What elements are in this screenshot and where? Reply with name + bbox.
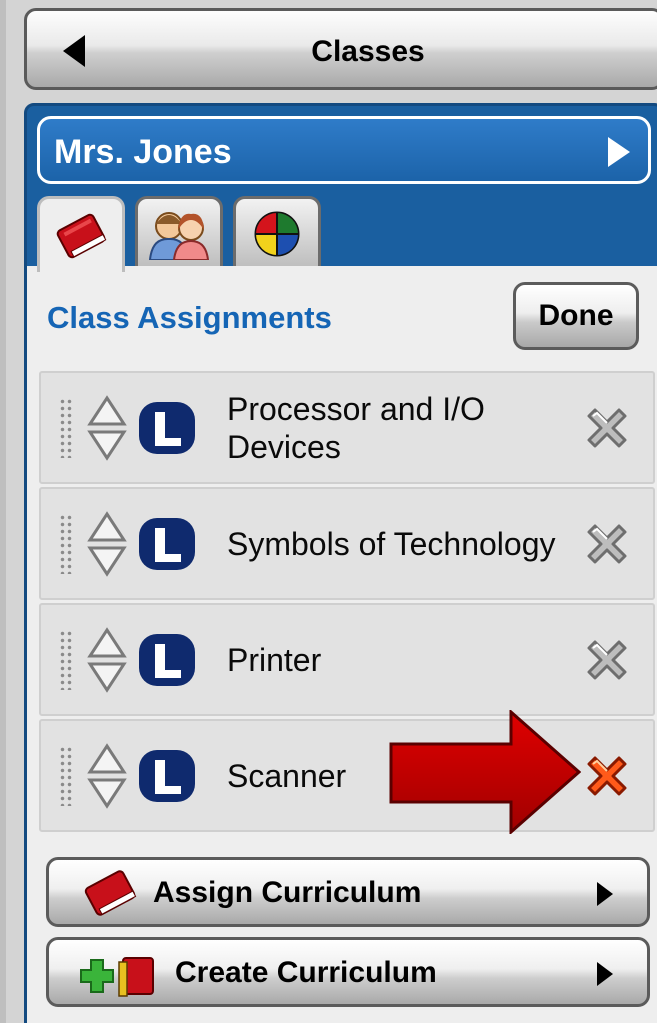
teacher-selector[interactable]: Mrs. Jones xyxy=(37,116,651,184)
chevron-right-icon xyxy=(597,962,613,986)
reorder-arrows-icon[interactable] xyxy=(87,626,127,694)
drag-handle-icon[interactable] xyxy=(59,397,73,458)
assign-curriculum-button[interactable]: Assign Curriculum xyxy=(46,857,650,927)
classes-sidebar: Classes Mrs. Jones Class Assignments Don… xyxy=(0,0,657,1023)
lesson-badge-icon xyxy=(139,633,195,686)
book-icon xyxy=(84,870,137,916)
list-item: Printer xyxy=(39,603,655,716)
list-item: Processor and I/O Devices xyxy=(39,371,655,484)
remove-gray-icon[interactable] xyxy=(583,520,631,568)
book-icon xyxy=(56,213,107,258)
reorder-arrows-icon[interactable] xyxy=(87,510,127,578)
drag-handle-icon[interactable] xyxy=(59,513,73,574)
lesson-badge-icon xyxy=(139,749,195,802)
tab-reports[interactable] xyxy=(233,196,321,268)
remove-gray-icon[interactable] xyxy=(583,404,631,452)
chevron-right-icon xyxy=(608,137,630,167)
tab-students[interactable] xyxy=(135,196,223,268)
drag-handle-icon[interactable] xyxy=(59,745,73,806)
lesson-badge-icon xyxy=(139,517,195,570)
panel-tabs xyxy=(37,196,637,272)
pie-chart-icon xyxy=(254,211,300,256)
header-title: Classes xyxy=(311,35,425,68)
red-pointer-arrow-icon xyxy=(389,710,581,834)
lesson-badge-icon xyxy=(139,401,195,454)
remove-gray-icon[interactable] xyxy=(583,636,631,684)
classes-back-button[interactable]: Classes xyxy=(24,8,657,90)
chevron-right-icon xyxy=(597,882,613,906)
students-icon xyxy=(148,211,210,260)
assignment-title[interactable]: Symbols of Technology xyxy=(227,525,567,563)
create-curriculum-label: Create Curriculum xyxy=(175,956,437,989)
reorder-arrows-icon[interactable] xyxy=(87,742,127,810)
create-curriculum-button[interactable]: Create Curriculum xyxy=(46,937,650,1007)
done-button[interactable]: Done xyxy=(513,282,639,350)
reorder-arrows-icon[interactable] xyxy=(87,394,127,462)
assignment-title[interactable]: Printer xyxy=(227,641,567,679)
teacher-name: Mrs. Jones xyxy=(54,133,232,171)
remove-red-icon[interactable] xyxy=(583,752,631,800)
tab-curriculum[interactable] xyxy=(37,196,125,272)
add-book-icon xyxy=(80,957,154,997)
assignment-title[interactable]: Processor and I/O Devices xyxy=(227,390,567,466)
assign-curriculum-label: Assign Curriculum xyxy=(153,876,422,909)
list-item: Symbols of Technology xyxy=(39,487,655,600)
drag-handle-icon[interactable] xyxy=(59,629,73,690)
section-title: Class Assignments xyxy=(47,300,332,335)
